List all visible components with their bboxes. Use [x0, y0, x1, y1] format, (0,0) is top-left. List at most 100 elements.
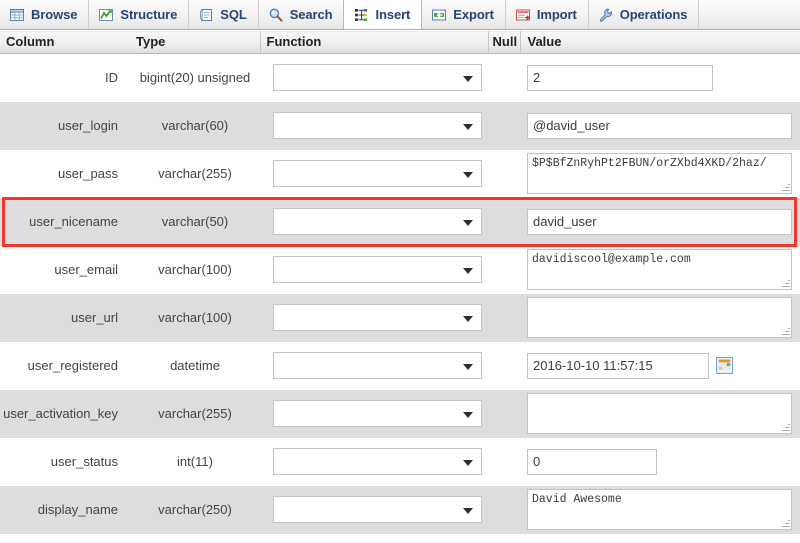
insert-icon — [353, 7, 369, 23]
value-textarea[interactable]: David Awesome — [527, 489, 792, 530]
chevron-down-icon — [463, 507, 473, 514]
function-cell — [260, 341, 488, 390]
function-select[interactable] — [273, 400, 482, 427]
value-input[interactable]: david_user — [527, 208, 792, 235]
table-row: user_email varchar(100) davidiscool@exampl… — [0, 245, 800, 294]
tab-label: Export — [453, 7, 494, 22]
table-body: ID bigint(20) unsigned 2 user_login varchar(… — [0, 53, 800, 534]
value-text: davidiscool@example.com — [532, 253, 691, 266]
function-select[interactable] — [273, 352, 482, 379]
function-select[interactable] — [273, 112, 482, 139]
calendar-icon[interactable] — [716, 357, 733, 374]
value-text: @david_user — [533, 117, 610, 133]
resize-grip-icon[interactable] — [781, 519, 790, 528]
null-checkbox-cell[interactable] — [488, 341, 520, 390]
column-type-cell: varchar(250) — [130, 485, 260, 534]
function-select[interactable] — [273, 208, 482, 235]
function-cell — [260, 197, 488, 246]
sql-icon — [198, 7, 214, 23]
tab-sql[interactable]: SQL — [189, 0, 259, 29]
function-select[interactable] — [273, 256, 482, 283]
browse-icon — [9, 7, 25, 23]
tab-export[interactable]: Export — [422, 0, 506, 29]
table-row: user_login varchar(60) @david_user — [0, 101, 800, 150]
value-input[interactable]: 2 — [527, 64, 713, 91]
null-checkbox-cell[interactable] — [488, 437, 520, 486]
tab-label: Structure — [120, 7, 178, 22]
column-type-cell: varchar(255) — [130, 389, 260, 438]
value-input[interactable]: 0 — [527, 448, 657, 475]
tab-label: Import — [536, 7, 577, 22]
column-type-cell: int(11) — [130, 437, 260, 486]
chevron-down-icon — [463, 459, 473, 466]
function-select[interactable] — [273, 496, 482, 523]
column-type-cell: varchar(100) — [130, 293, 260, 342]
resize-grip-icon[interactable] — [781, 423, 790, 432]
column-type-cell: varchar(50) — [130, 197, 260, 246]
value-textarea[interactable] — [527, 297, 792, 338]
table-header: Column Type Function Null Value — [0, 30, 800, 54]
null-checkbox-cell[interactable] — [488, 293, 520, 342]
null-checkbox-cell[interactable] — [488, 389, 520, 438]
value-widget-wrap: $P$BfZnRyhPt2FBUN/orZXbd4XKD/2haz/ — [527, 153, 792, 194]
tab-structure[interactable]: Structure — [89, 0, 190, 29]
resize-grip-icon[interactable] — [781, 279, 790, 288]
tab-browse[interactable]: Browse — [0, 0, 90, 29]
null-checkbox-cell[interactable] — [488, 53, 520, 102]
function-cell — [260, 53, 488, 102]
header-function: Function — [259, 30, 488, 54]
resize-grip-icon[interactable] — [781, 183, 790, 192]
function-select[interactable] — [273, 64, 482, 92]
value-textarea[interactable] — [527, 393, 792, 434]
null-checkbox-cell[interactable] — [488, 149, 520, 198]
value-textarea[interactable]: $P$BfZnRyhPt2FBUN/orZXbd4XKD/2haz/ — [527, 153, 792, 194]
null-checkbox-cell[interactable] — [488, 101, 520, 150]
table-row: user_status int(11) 0 — [0, 437, 800, 486]
value-widget-wrap — [527, 393, 792, 434]
null-checkbox-cell[interactable] — [488, 485, 520, 534]
header-type: Type — [130, 30, 260, 54]
column-type-cell: varchar(255) — [130, 149, 260, 198]
value-cell — [520, 293, 800, 342]
value-cell: $P$BfZnRyhPt2FBUN/orZXbd4XKD/2haz/ — [520, 149, 800, 198]
null-checkbox-cell[interactable] — [488, 197, 520, 246]
column-name-cell: user_login — [0, 101, 130, 150]
function-cell — [260, 485, 488, 534]
chevron-down-icon — [463, 315, 473, 322]
value-text: 2 — [533, 69, 541, 85]
column-name-cell: user_url — [0, 293, 130, 342]
tab-search[interactable]: Search — [259, 0, 345, 29]
column-type-cell: varchar(60) — [130, 101, 260, 150]
null-checkbox-cell[interactable] — [488, 245, 520, 294]
value-input[interactable]: 2016-10-10 11:57:15 — [527, 352, 709, 379]
structure-icon — [98, 7, 114, 23]
table-tab-bar: Browse Structure SQL Search Insert Export Impo… — [0, 0, 800, 30]
tab-label: Browse — [31, 7, 78, 22]
resize-grip-icon[interactable] — [781, 327, 790, 336]
tab-operations[interactable]: Operations — [589, 0, 700, 29]
tab-import[interactable]: Import — [506, 0, 589, 29]
function-select[interactable] — [273, 160, 482, 187]
value-input[interactable]: @david_user — [527, 112, 792, 139]
value-widget-wrap: 2016-10-10 11:57:15 — [527, 352, 792, 379]
table-row: display_name varchar(250) David Awesome — [0, 485, 800, 534]
header-value: Value — [519, 30, 800, 54]
import-icon — [515, 7, 531, 23]
export-icon — [431, 7, 447, 23]
function-select[interactable] — [273, 304, 482, 331]
function-select[interactable] — [273, 448, 482, 475]
table-row: ID bigint(20) unsigned 2 — [0, 53, 800, 102]
value-widget-wrap — [527, 297, 792, 338]
column-type-cell: bigint(20) unsigned — [130, 53, 260, 102]
value-cell: 2016-10-10 11:57:15 — [520, 341, 800, 390]
value-cell: davidiscool@example.com — [520, 245, 800, 294]
tab-label: SQL — [220, 7, 247, 22]
value-textarea[interactable]: davidiscool@example.com — [527, 249, 792, 290]
value-widget-wrap: @david_user — [527, 112, 792, 139]
function-cell — [260, 149, 488, 198]
value-text: david_user — [533, 213, 597, 229]
tab-insert[interactable]: Insert — [343, 0, 423, 29]
value-cell: 0 — [520, 437, 800, 486]
chevron-down-icon — [463, 123, 473, 130]
column-name-cell: user_nicename — [0, 197, 130, 246]
